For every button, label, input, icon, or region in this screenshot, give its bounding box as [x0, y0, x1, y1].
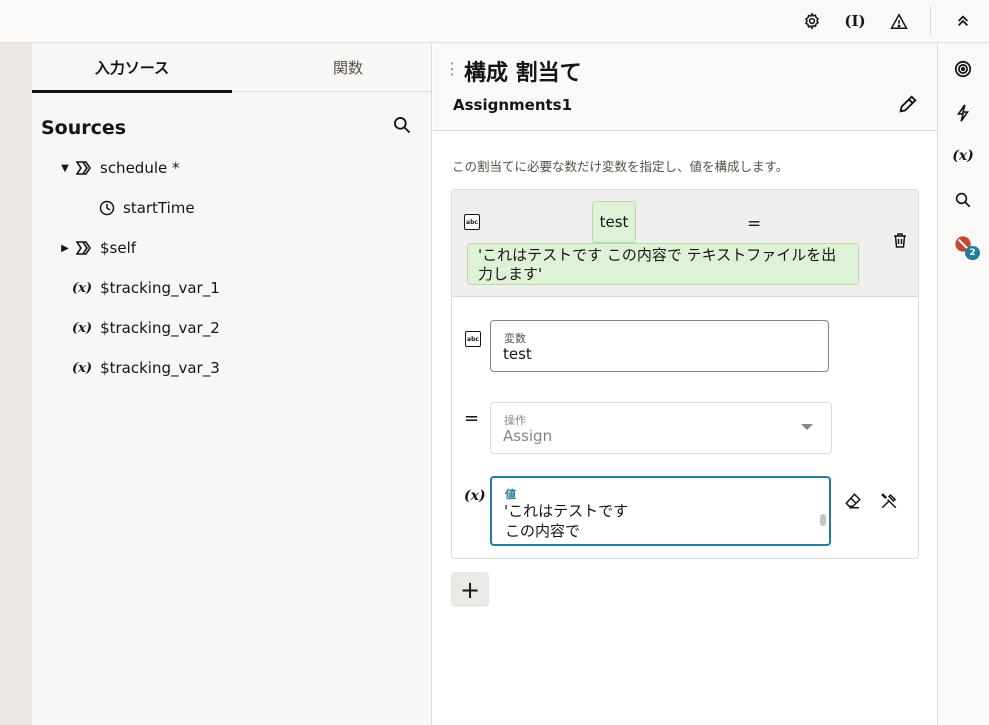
caret-down-icon[interactable]: ▼: [58, 163, 72, 174]
left-gutter: [0, 43, 32, 725]
pencil-icon[interactable]: [897, 93, 923, 119]
caret-right-icon[interactable]: ▶: [58, 243, 72, 254]
tree-item-schedule[interactable]: ▼ schedule *: [58, 156, 180, 180]
warning-icon[interactable]: [886, 9, 912, 33]
clock-icon: [99, 200, 115, 216]
right-rail: (x) 2: [937, 43, 989, 725]
assignment-config-panel: ⋮ 構成 割当て Assignments1 この割当てに必要な数だけ変数を指定し…: [433, 43, 937, 725]
value-expression-field[interactable]: 値 'これはテストです この内容で: [490, 476, 831, 546]
add-assignment-button[interactable]: +: [451, 572, 489, 607]
sources-title: Sources: [41, 117, 127, 139]
value-field-line-2: この内容で: [505, 522, 581, 540]
operation-select[interactable]: 操作 Assign: [490, 402, 832, 454]
sources-panel: 入力ソース 関数 Sources ▼ schedule * startTime …: [32, 43, 432, 725]
string-type-icon: abc: [465, 331, 481, 347]
tree-item-tracking-var-1[interactable]: (x) $tracking_var_1: [72, 276, 220, 300]
eraser-icon[interactable]: [844, 492, 866, 514]
tree-item-label: $tracking_var_1: [100, 279, 220, 297]
trash-icon[interactable]: [892, 232, 910, 250]
search-icon[interactable]: [392, 115, 418, 139]
error-count-badge: 2: [965, 246, 980, 260]
panel-description: この割当てに必要な数だけ変数を指定し、値を構成します。: [452, 159, 789, 174]
variable-icon: (x): [464, 488, 486, 504]
variable-field-value: test: [503, 345, 532, 363]
drag-handle-icon[interactable]: ⋮: [444, 59, 460, 78]
tab-functions[interactable]: 関数: [248, 43, 448, 92]
chevron-down-icon: [801, 424, 813, 430]
assignment-name: Assignments1: [453, 96, 573, 114]
gear-icon[interactable]: [799, 9, 825, 33]
variable-field[interactable]: 変数 test: [490, 320, 829, 372]
variable-inspect-icon[interactable]: (I): [842, 9, 868, 33]
tree-item-label: schedule *: [100, 159, 180, 177]
tree-item-label: $tracking_var_2: [100, 319, 220, 337]
page-title: 構成 割当て: [464, 61, 582, 86]
toolbar-divider: [930, 6, 931, 36]
variable-icon: (x): [72, 280, 93, 296]
search-icon[interactable]: [951, 188, 975, 212]
tree-item-self[interactable]: ▶ $self: [58, 236, 136, 260]
object-icon: [76, 241, 92, 255]
tree-item-label: $tracking_var_3: [100, 359, 220, 377]
tree-item-label: startTime: [123, 199, 195, 217]
panel-header: ⋮ 構成 割当て Assignments1: [433, 43, 937, 131]
tree-item-tracking-var-2[interactable]: (x) $tracking_var_2: [72, 316, 220, 340]
variable-icon: (x): [72, 320, 93, 336]
operation-select-value: Assign: [503, 427, 553, 445]
source-tabs: 入力ソース 関数: [32, 43, 432, 93]
top-toolbar: (I): [0, 0, 989, 43]
operation-select-label: 操作: [504, 414, 526, 427]
tree-item-tracking-var-3[interactable]: (x) $tracking_var_3: [72, 356, 220, 380]
object-icon: [76, 161, 92, 175]
variable-icon[interactable]: (x): [951, 144, 975, 168]
summary-variable-pill: test: [592, 201, 636, 243]
variable-icon: (x): [72, 360, 93, 376]
summary-operator: =: [747, 214, 762, 234]
tools-icon[interactable]: [880, 492, 902, 514]
string-type-icon: abc: [464, 214, 480, 230]
summary-value-pill: 'これはテストです この内容で テキストファイルを出力します': [467, 243, 859, 285]
chevrons-up-icon[interactable]: [950, 9, 976, 33]
equals-icon: =: [464, 408, 480, 429]
tree-item-label: $self: [100, 239, 137, 257]
tree-item-starttime[interactable]: startTime: [99, 196, 195, 220]
lightning-icon[interactable]: [951, 101, 975, 125]
assignment-summary[interactable]: abc test = 'これはテストです この内容で テキストファイルを出力しま…: [452, 190, 918, 297]
scrollbar-thumb[interactable]: [820, 514, 826, 526]
assignment-card: abc test = 'これはテストです この内容で テキストファイルを出力しま…: [451, 189, 919, 559]
target-icon[interactable]: [951, 57, 975, 81]
tab-input-sources[interactable]: 入力ソース: [32, 43, 232, 93]
value-field-line-1: 'これはテストです: [504, 502, 629, 520]
variable-field-label: 変数: [504, 332, 526, 345]
